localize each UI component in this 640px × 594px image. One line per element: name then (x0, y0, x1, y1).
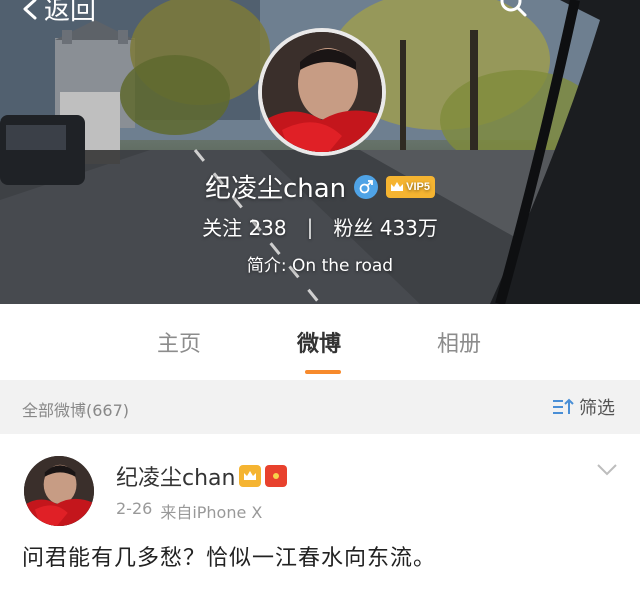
chevron-down-icon (597, 464, 617, 476)
profile-bio: 简介: On the road (0, 251, 640, 276)
search-button[interactable] (498, 0, 528, 22)
post-source: 来自iPhone X (160, 503, 263, 522)
following-label: 关注 (202, 216, 243, 240)
following-stat[interactable]: 关注 238 (202, 212, 287, 241)
following-count: 238 (248, 216, 287, 240)
bio-prefix: 简介: (246, 256, 287, 276)
stats-divider: | (306, 214, 314, 239)
crown-icon (239, 465, 262, 487)
stats-row: 关注 238 | 粉丝 433万 (0, 212, 640, 241)
red-envelope-icon (265, 465, 288, 487)
post-text: 问君能有几多愁？恰似一江春水向东流。 (22, 546, 437, 571)
filter-label: 筛选 (579, 398, 615, 419)
filter-icon (553, 398, 574, 414)
back-arrow-icon (23, 0, 37, 19)
profile-cover: 返回 纪凌尘chan VIP5 关注 238 | 粉丝 433万 简介: On … (0, 0, 640, 304)
post-avatar[interactable] (24, 456, 94, 526)
profile-avatar[interactable] (258, 28, 386, 156)
tab-weibo[interactable]: 微博 (297, 326, 341, 358)
post-card[interactable]: 纪凌尘chan 2-26 来自iPhone X 问君能有几多愁？恰似一江春水向东… (0, 434, 640, 594)
profile-name: 纪凌尘chan (204, 174, 347, 204)
tab-album[interactable]: 相册 (437, 326, 481, 358)
post-author-name[interactable]: 纪凌尘chan (116, 460, 235, 492)
search-icon (500, 0, 527, 17)
avatar-image (24, 456, 94, 526)
followers-label: 粉丝 (333, 216, 374, 240)
post-menu-button[interactable] (596, 462, 618, 481)
back-button[interactable]: 返回 (22, 0, 96, 27)
followers-count: 433万 (379, 216, 438, 240)
post-date: 2-26 (116, 499, 153, 518)
bio-text: On the road (292, 256, 394, 276)
post-meta: 2-26 来自iPhone X (116, 499, 262, 523)
filter-bar: 全部微博(667) 筛选 (0, 380, 640, 434)
tab-home[interactable]: 主页 (157, 326, 201, 358)
active-tab-indicator (305, 370, 341, 374)
male-icon (354, 174, 379, 199)
filter-button[interactable]: 筛选 (551, 394, 615, 420)
vip-label: VIP5 (406, 180, 431, 193)
profile-name-row: 纪凌尘chan VIP5 (0, 168, 640, 205)
post-author-row: 纪凌尘chan (116, 460, 288, 492)
back-label: 返回 (44, 0, 97, 26)
crown-icon (391, 181, 404, 191)
followers-stat[interactable]: 粉丝 433万 (333, 212, 438, 241)
vip-badge[interactable]: VIP5 (386, 175, 436, 198)
profile-tabs: 主页 微博 相册 (0, 304, 640, 380)
all-posts-count[interactable]: 全部微博(667) (22, 397, 129, 421)
